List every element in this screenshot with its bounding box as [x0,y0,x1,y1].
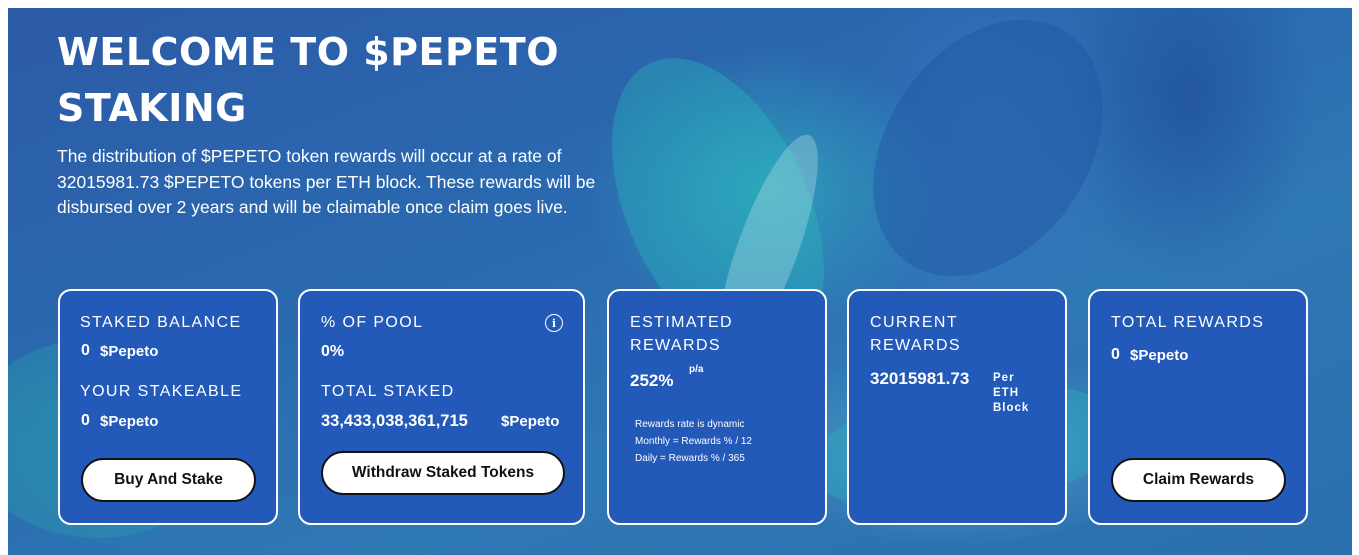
total-rewards-value: 0 [1111,346,1120,363]
page-title: Welcome to $PEPETO Staking [57,30,560,130]
claim-rewards-button[interactable]: Claim Rewards [1111,458,1286,502]
estimated-rewards-label-line1: ESTIMATED [630,314,733,331]
estimated-rewards-card: ESTIMATED REWARDS 252% p/a Rewards rate … [607,289,827,525]
per-eth-block-line3: Block [993,402,1030,414]
staking-description: The distribution of $PEPETO token reward… [57,146,596,217]
withdraw-staked-tokens-button[interactable]: Withdraw Staked Tokens [321,451,565,495]
total-rewards-label: TOTAL REWARDS [1111,314,1265,331]
current-rewards-label-line1: CURRENT [870,314,959,331]
current-rewards-value: 32015981.73 [870,369,970,388]
pool-percent-label: % OF POOL [321,314,424,331]
staked-balance-label: STAKED BALANCE [80,314,242,331]
info-icon[interactable]: i [545,314,563,332]
per-eth-block-line1: Per [993,372,1015,384]
total-staked-label: TOTAL STAKED [321,383,455,400]
stakeable-unit: $Pepeto [100,413,159,430]
current-rewards-label-line2: REWARDS [870,337,961,354]
total-rewards-unit: $Pepeto [1130,347,1189,364]
stakeable-value: 0 [81,412,90,429]
stakeable-label: YOUR STAKEABLE [80,383,243,400]
pool-card: % OF POOL i 0% TOTAL STAKED 33,433,038,3… [298,289,585,525]
buy-and-stake-button[interactable]: Buy And Stake [81,458,256,502]
pool-percent-value: 0% [321,343,345,360]
rewards-note-dynamic: Rewards rate is dynamic [635,419,745,430]
rewards-note-daily: Daily = Rewards % / 365 [635,453,745,464]
estimated-rewards-suffix: p/a [689,364,704,375]
total-rewards-card: TOTAL REWARDS 0 $Pepeto Claim Rewards [1088,289,1308,525]
background-swirl [825,8,1151,321]
total-staked-unit: $Pepeto [501,413,560,430]
staked-balance-card: STAKED BALANCE 0 $Pepeto YOUR STAKEABLE … [58,289,278,525]
staked-balance-value: 0 [81,342,90,359]
estimated-rewards-value: 252% [630,371,674,390]
current-rewards-card: CURRENT REWARDS 32015981.73 Per ETH Bloc… [847,289,1067,525]
rewards-note-monthly: Monthly = Rewards % / 12 [635,436,752,447]
per-eth-block-line2: ETH [993,387,1019,399]
estimated-rewards-label-line2: REWARDS [630,337,721,354]
total-staked-value: 33,433,038,361,715 [321,412,468,430]
staked-balance-unit: $Pepeto [100,343,159,360]
